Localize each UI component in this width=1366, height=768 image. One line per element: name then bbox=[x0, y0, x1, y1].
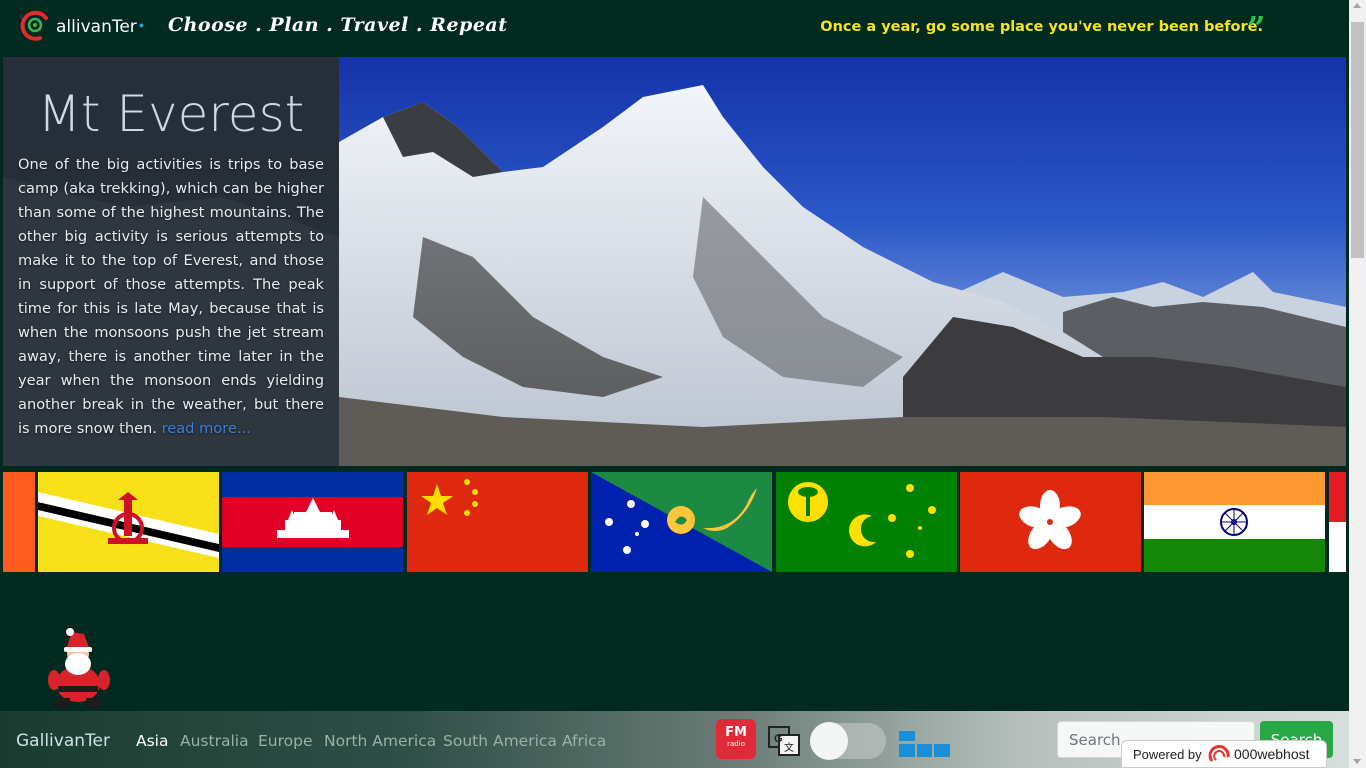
layout-grid-icon[interactable] bbox=[899, 731, 951, 759]
theme-toggle-switch[interactable] bbox=[810, 722, 886, 760]
svg-text:G: G bbox=[774, 733, 783, 745]
fm-radio-sublabel: radio bbox=[727, 740, 745, 748]
logo-text: allivanTer bbox=[56, 17, 137, 37]
santa-claus-image bbox=[48, 628, 110, 708]
flag-hong-kong[interactable] bbox=[960, 472, 1141, 572]
navbar-brand[interactable]: GallivanTer bbox=[16, 731, 110, 751]
webhost-name: 000webhost bbox=[1234, 746, 1310, 762]
translate-icon[interactable]: G 文 bbox=[768, 726, 800, 756]
logo-icon bbox=[20, 10, 48, 41]
powered-by-badge[interactable]: Powered by 000webhost bbox=[1121, 740, 1327, 768]
scroll-thumb[interactable] bbox=[1351, 22, 1364, 258]
nav-link-australia[interactable]: Australia bbox=[180, 732, 249, 750]
flag-indonesia[interactable] bbox=[1329, 472, 1346, 572]
nav-link-europe[interactable]: Europe bbox=[258, 732, 313, 750]
read-more-link[interactable]: read more... bbox=[162, 420, 251, 437]
fm-radio-button[interactable]: FM radio bbox=[716, 719, 756, 759]
webhost-logo-icon bbox=[1208, 745, 1230, 762]
destination-title: Mt Everest bbox=[37, 85, 305, 143]
description-text: One of the big activities is trips to ba… bbox=[18, 156, 324, 437]
scroll-up-arrow-icon[interactable] bbox=[1353, 3, 1361, 8]
page-scrollbar[interactable] bbox=[1349, 0, 1366, 768]
nav-link-south-america[interactable]: South America bbox=[443, 732, 557, 750]
flag-cambodia[interactable] bbox=[222, 472, 403, 572]
hero-banner: Mt Everest One of the big activities is … bbox=[3, 57, 1346, 466]
top-header: allivanTer ● Choose . Plan . Travel . Re… bbox=[0, 0, 1349, 56]
toggle-knob bbox=[810, 722, 848, 760]
nav-link-africa[interactable]: Africa bbox=[562, 732, 606, 750]
svg-text:文: 文 bbox=[784, 741, 794, 754]
nav-link-north-america[interactable]: North America bbox=[324, 732, 436, 750]
flag-bhutan[interactable] bbox=[3, 472, 35, 572]
registered-dot: ● bbox=[138, 20, 145, 30]
country-flags-carousel bbox=[3, 472, 1346, 572]
scroll-down-arrow-icon[interactable] bbox=[1353, 759, 1361, 764]
fm-radio-icon: FM bbox=[725, 725, 747, 740]
tagline: Choose . Plan . Travel . Repeat bbox=[168, 14, 508, 36]
travel-quote: Once a year, go some place you've never … bbox=[820, 19, 1263, 35]
powered-by-text: Powered by bbox=[1133, 747, 1202, 762]
destination-info-panel: Mt Everest One of the big activities is … bbox=[3, 57, 339, 466]
flag-brunei[interactable] bbox=[38, 472, 219, 572]
site-logo[interactable]: allivanTer ● bbox=[18, 8, 144, 42]
flag-cocos-islands[interactable] bbox=[776, 472, 957, 572]
quote-mark-icon: ” bbox=[1247, 9, 1266, 47]
destination-description: One of the big activities is trips to ba… bbox=[18, 153, 324, 441]
flag-india[interactable] bbox=[1144, 472, 1325, 572]
nav-link-asia[interactable]: Asia bbox=[136, 732, 168, 750]
flag-christmas-island[interactable] bbox=[591, 472, 772, 572]
flag-china[interactable] bbox=[407, 472, 588, 572]
